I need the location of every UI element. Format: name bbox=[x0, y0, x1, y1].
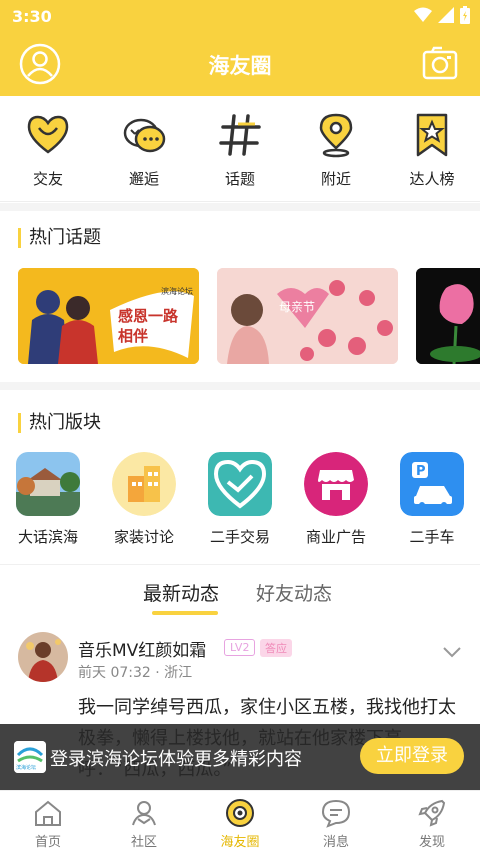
hot-boards-title: 热门版块 bbox=[18, 413, 101, 433]
chevron-down-icon[interactable] bbox=[442, 646, 462, 658]
topic-card-text: 母亲节 bbox=[279, 300, 316, 314]
board-label: 二手车 bbox=[409, 528, 455, 546]
board-home-decor[interactable]: 家装讨论 bbox=[96, 452, 192, 547]
wifi-icon bbox=[414, 7, 432, 22]
nav-community[interactable]: 社区 bbox=[96, 791, 192, 853]
app-header: 海友圈 bbox=[0, 32, 480, 96]
login-banner: 滨海论坛 登录滨海论坛体验更多精彩内容 立即登录 bbox=[0, 724, 480, 790]
encounter-chat-icon bbox=[123, 118, 166, 153]
star-bookmark-icon bbox=[416, 113, 448, 157]
login-message: 登录滨海论坛体验更多精彩内容 bbox=[50, 749, 302, 770]
meta-dot: · bbox=[155, 665, 165, 681]
board-label: 二手交易 bbox=[209, 528, 270, 546]
board-dahua-binhai[interactable]: 大话滨海 bbox=[0, 452, 96, 547]
hashtag-icon bbox=[219, 114, 261, 156]
topic-card-mothers-day[interactable]: 母亲节 bbox=[217, 268, 398, 364]
topic-card-badge: 滨海论坛 bbox=[161, 287, 193, 296]
heart-chat-icon bbox=[27, 115, 69, 154]
status-bar: 3:30 bbox=[0, 0, 480, 32]
tab-active-indicator bbox=[152, 611, 218, 615]
nav-discover[interactable]: 发现 bbox=[384, 791, 480, 853]
post-location: 浙江 bbox=[164, 665, 193, 681]
status-icons bbox=[414, 6, 470, 24]
section-divider bbox=[0, 203, 480, 211]
nav-label: 社区 bbox=[130, 835, 157, 850]
quick-actions: 交友 邂逅 话题 附近 达人榜 bbox=[0, 96, 480, 202]
board-thumbnail bbox=[304, 452, 368, 516]
level-badge: LV2 bbox=[224, 639, 256, 656]
board-commercial-ads[interactable]: 商业广告 bbox=[288, 452, 384, 547]
home-icon bbox=[35, 800, 61, 826]
quick-action-label: 交友 bbox=[32, 170, 63, 188]
status-time: 3:30 bbox=[12, 7, 52, 26]
battery-icon bbox=[460, 6, 470, 24]
signal-icon bbox=[438, 7, 454, 23]
post-time: 前天 07:32 bbox=[78, 665, 151, 681]
camera-icon bbox=[422, 46, 458, 80]
rocket-icon bbox=[418, 799, 446, 827]
mothers-day-illustration bbox=[217, 268, 398, 364]
svg-text:P: P bbox=[416, 464, 426, 479]
forum-logo: 滨海论坛 bbox=[14, 741, 46, 773]
quick-action-nearby[interactable]: 附近 bbox=[288, 96, 384, 201]
quick-action-label: 达人榜 bbox=[409, 170, 455, 188]
message-icon bbox=[321, 799, 351, 828]
nav-label: 发现 bbox=[418, 835, 445, 850]
hot-topics-title: 热门话题 bbox=[18, 228, 101, 248]
board-label: 大话滨海 bbox=[17, 528, 78, 546]
login-button[interactable]: 立即登录 bbox=[360, 738, 464, 774]
board-used-cars[interactable]: P 二手车 bbox=[384, 452, 480, 547]
tab-friends[interactable]: 好友动态 bbox=[256, 579, 332, 606]
board-thumbnail: P bbox=[400, 452, 464, 516]
board-label: 家装讨论 bbox=[113, 528, 174, 546]
tab-latest[interactable]: 最新动态 bbox=[143, 579, 219, 606]
post-username[interactable]: 音乐MV红颜如霜 bbox=[78, 636, 206, 661]
status-badge: 答应 bbox=[260, 639, 292, 657]
topic-card-lotus[interactable] bbox=[416, 268, 480, 364]
board-thumbnail bbox=[112, 452, 176, 516]
topic-card-text: 感恩一路相伴 bbox=[118, 307, 179, 345]
quick-action-topics[interactable]: 话题 bbox=[192, 96, 288, 201]
quick-action-label: 话题 bbox=[224, 170, 255, 188]
nav-haiyouquan[interactable]: 海友圈 bbox=[192, 791, 288, 853]
quick-action-leaderboard[interactable]: 达人榜 bbox=[384, 96, 480, 201]
location-pin-icon bbox=[319, 113, 353, 158]
avatar[interactable] bbox=[18, 632, 68, 682]
post-meta: 前天 07:32 · 浙江 bbox=[78, 662, 192, 682]
bottom-nav: 首页 社区 海友圈 消息 发现 bbox=[0, 790, 480, 853]
lotus-illustration bbox=[416, 268, 480, 364]
feed-tabs: 最新动态 好友动态 bbox=[0, 564, 480, 616]
board-second-hand[interactable]: 二手交易 bbox=[192, 452, 288, 547]
nav-label: 消息 bbox=[322, 835, 349, 850]
page-title: 海友圈 bbox=[208, 54, 272, 78]
nav-messages[interactable]: 消息 bbox=[288, 791, 384, 853]
community-icon bbox=[132, 801, 156, 826]
nav-label: 海友圈 bbox=[220, 835, 260, 850]
hot-boards-row: 大话滨海 家装讨论 二手交易 商业广告 P 二手车 bbox=[0, 452, 480, 547]
nav-label: 首页 bbox=[34, 835, 61, 850]
quick-action-label: 附近 bbox=[320, 170, 351, 188]
board-label: 商业广告 bbox=[305, 528, 366, 546]
nav-home[interactable]: 首页 bbox=[0, 791, 96, 853]
board-thumbnail bbox=[208, 452, 272, 516]
topic-card-gratitude[interactable]: 感恩一路相伴 滨海论坛 bbox=[18, 268, 199, 364]
board-thumbnail bbox=[16, 452, 80, 516]
quick-action-friends[interactable]: 交友 bbox=[0, 96, 96, 201]
quick-action-encounter[interactable]: 邂逅 bbox=[96, 96, 192, 201]
section-divider bbox=[0, 382, 480, 390]
forum-logo-text: 滨海论坛 bbox=[16, 765, 37, 771]
hot-topics-carousel: 感恩一路相伴 滨海论坛 母亲节 bbox=[18, 268, 480, 364]
quick-action-label: 邂逅 bbox=[128, 170, 159, 188]
circle-eye-icon bbox=[226, 799, 254, 827]
camera-button[interactable] bbox=[422, 45, 458, 81]
